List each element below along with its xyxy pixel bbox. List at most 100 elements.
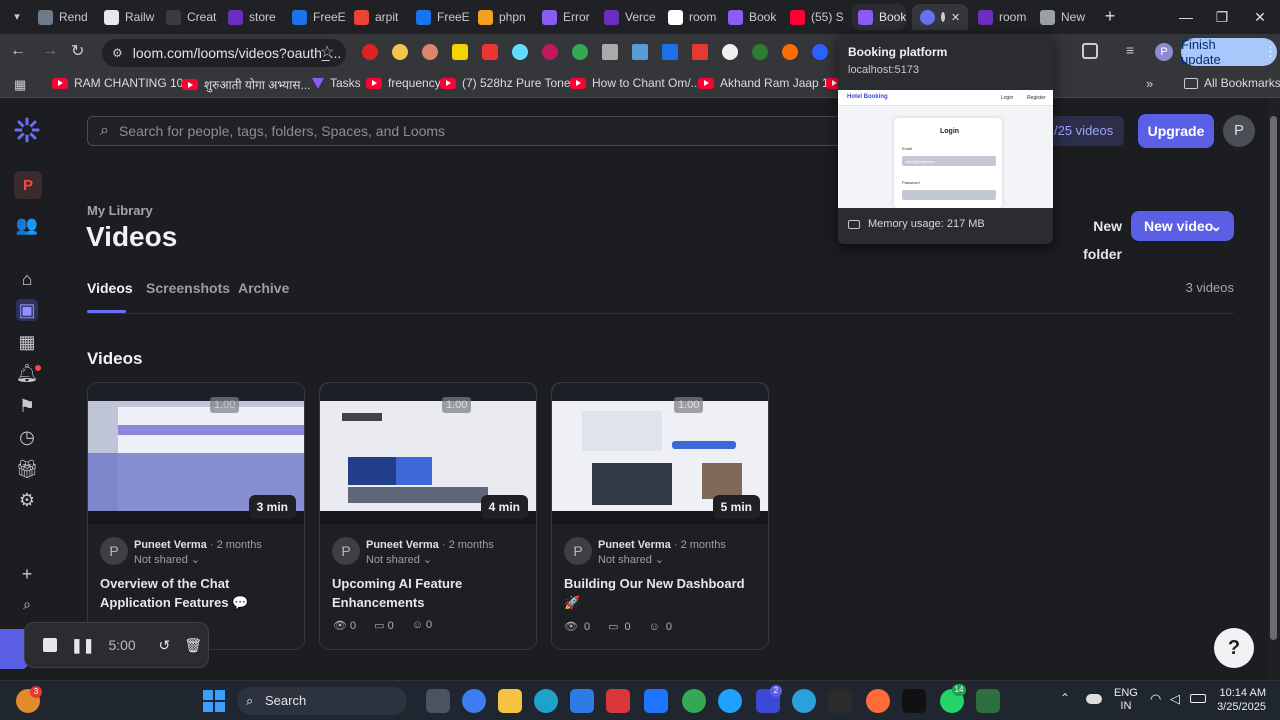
sharing-dropdown[interactable]: Not shared ⌄ bbox=[134, 553, 200, 566]
browser-tab[interactable]: New bbox=[1040, 4, 1088, 30]
store-icon[interactable] bbox=[570, 689, 594, 713]
telegram-icon[interactable] bbox=[792, 689, 816, 713]
new-tab-button[interactable]: + bbox=[1100, 5, 1120, 27]
extension-icon[interactable] bbox=[602, 44, 618, 60]
media-controls-icon[interactable]: ≡ bbox=[1126, 42, 1134, 58]
browser-tab[interactable]: Book bbox=[728, 4, 788, 30]
extension-icon[interactable] bbox=[692, 44, 708, 60]
minimize-button[interactable]: — bbox=[1175, 6, 1197, 28]
bookmark-item[interactable]: Akhand Ram Jaap 1... bbox=[698, 76, 839, 90]
all-bookmarks-folder[interactable]: All Bookmarks bbox=[1184, 76, 1280, 90]
wifi-icon[interactable]: ◠ bbox=[1150, 691, 1161, 707]
gift-icon[interactable]: 🎁︎ bbox=[16, 458, 39, 480]
browser-tab[interactable]: Book bbox=[852, 4, 906, 30]
language-indicator[interactable]: ENG IN bbox=[1114, 687, 1138, 713]
bookmark-item[interactable]: frequency bbox=[366, 76, 441, 90]
terminal-icon[interactable] bbox=[828, 689, 852, 713]
postman-icon[interactable] bbox=[866, 689, 890, 713]
file-explorer-icon[interactable] bbox=[498, 689, 522, 713]
browser-tab[interactable]: room bbox=[978, 4, 1036, 30]
extension-icon[interactable] bbox=[632, 44, 648, 60]
bookmark-item[interactable]: How to Chant Om/... bbox=[570, 76, 701, 90]
stop-icon[interactable] bbox=[43, 638, 57, 652]
dropbox-icon[interactable] bbox=[644, 689, 668, 713]
user-avatar[interactable]: P bbox=[1223, 115, 1255, 147]
console-icon[interactable] bbox=[902, 689, 926, 713]
tab-search-button[interactable]: ▾ bbox=[8, 8, 26, 26]
browser-tab[interactable]: phpn bbox=[478, 4, 538, 30]
bookmark-item[interactable]: शुरुआती योगा अभ्यास... bbox=[182, 76, 311, 93]
extension-icon[interactable] bbox=[482, 44, 498, 60]
bookmark-item[interactable]: (7) 528hz Pure Tone... bbox=[440, 76, 581, 90]
video-card[interactable]: 1.00 4 min P Puneet Verma · 2 months Not… bbox=[319, 382, 537, 650]
workspace-avatar[interactable]: P bbox=[14, 171, 42, 199]
extension-icon[interactable] bbox=[722, 44, 738, 60]
help-button[interactable]: ? bbox=[1214, 628, 1254, 668]
profile-avatar[interactable]: P bbox=[1155, 43, 1173, 61]
browser-tab[interactable]: Railw bbox=[104, 4, 164, 30]
history-clock-icon[interactable]: ◷ bbox=[16, 426, 38, 448]
page-scrollbar-thumb[interactable] bbox=[1270, 116, 1277, 640]
search-input[interactable]: ⌕ Search for people, tags, folders, Spac… bbox=[87, 116, 847, 146]
extensions-puzzle-icon[interactable] bbox=[1082, 43, 1098, 59]
add-icon[interactable]: + bbox=[16, 563, 38, 585]
loom-logo-icon[interactable] bbox=[14, 117, 40, 143]
sharing-dropdown[interactable]: Not shared ⌄ bbox=[598, 553, 664, 566]
maximize-button[interactable]: ❐ bbox=[1211, 6, 1233, 28]
volume-icon[interactable]: ◁ bbox=[1170, 691, 1180, 707]
video-card[interactable]: 1.00 5 min P Puneet Verma · 2 months Not… bbox=[551, 382, 769, 650]
sharing-dropdown[interactable]: Not shared ⌄ bbox=[366, 553, 432, 566]
library-icon[interactable]: ▣ bbox=[16, 299, 38, 321]
browser-tab[interactable]: FreeE bbox=[292, 4, 352, 30]
new-folder-button[interactable]: New folder bbox=[1054, 212, 1122, 262]
extension-icon[interactable] bbox=[752, 44, 768, 60]
apps-grid-icon[interactable]: ▦ bbox=[14, 77, 26, 93]
settings-gear-icon[interactable]: ⚙ bbox=[16, 489, 38, 511]
more-bookmarks-chevron-icon[interactable]: » bbox=[1146, 76, 1153, 91]
finish-update-button[interactable]: Finish update ⋮ bbox=[1181, 37, 1277, 67]
edge-icon[interactable] bbox=[534, 689, 558, 713]
browser-tab[interactable]: Error bbox=[542, 4, 602, 30]
close-window-button[interactable]: ✕ bbox=[1249, 6, 1271, 28]
extension-icon[interactable] bbox=[572, 44, 588, 60]
security-app-icon[interactable] bbox=[606, 689, 630, 713]
browser-tab[interactable]: arpit bbox=[354, 4, 414, 30]
video-card[interactable]: 1.00 3 min P Puneet Verma · 2 months Not… bbox=[87, 382, 305, 650]
extension-icon[interactable] bbox=[542, 44, 558, 60]
more-menu-icon[interactable]: ⋮ bbox=[1264, 44, 1277, 60]
site-info-icon[interactable]: ⚙ bbox=[112, 46, 123, 60]
breadcrumb[interactable]: My Library bbox=[87, 203, 153, 218]
battery-icon[interactable] bbox=[1190, 694, 1206, 703]
onedrive-icon[interactable] bbox=[1086, 694, 1102, 704]
tab-archive[interactable]: Archive bbox=[238, 280, 289, 296]
browser-tab[interactable]: room bbox=[668, 4, 726, 30]
address-bar[interactable]: ⚙ loom.com/looms/videos?oauth_... bbox=[102, 39, 346, 67]
chrome-icon[interactable] bbox=[682, 689, 706, 713]
browser-tab[interactable]: store bbox=[228, 4, 288, 30]
copilot-icon[interactable] bbox=[462, 689, 486, 713]
video-title[interactable]: Overview of the Chat Application Feature… bbox=[100, 574, 300, 612]
browser-tab[interactable]: Creat bbox=[166, 4, 224, 30]
pause-icon[interactable]: ❚❚ bbox=[71, 637, 94, 654]
extension-icon[interactable] bbox=[662, 44, 678, 60]
close-tab-icon[interactable]: ✕ bbox=[951, 11, 960, 24]
extension-icon[interactable] bbox=[392, 44, 408, 60]
clock[interactable]: 10:14 AM 3/25/2025 bbox=[1214, 686, 1266, 714]
people-icon[interactable]: 👥 bbox=[16, 214, 38, 236]
forward-icon[interactable]: → bbox=[42, 42, 58, 60]
tab-videos[interactable]: Videos bbox=[87, 280, 133, 296]
browser-tab[interactable]: FreeE bbox=[416, 4, 476, 30]
restart-icon[interactable]: ↺ bbox=[158, 637, 170, 654]
extension-icon[interactable] bbox=[782, 44, 798, 60]
bookmark-star-icon[interactable]: ☆ bbox=[320, 42, 334, 62]
extension-icon[interactable] bbox=[452, 44, 468, 60]
video-title[interactable]: Upcoming AI Feature Enhancements bbox=[332, 574, 532, 612]
show-hidden-icons[interactable]: ⌃ bbox=[1060, 691, 1070, 705]
extension-icon[interactable] bbox=[422, 44, 438, 60]
bookmark-item[interactable]: Tasks bbox=[312, 76, 361, 90]
tab-screenshots[interactable]: Screenshots bbox=[146, 280, 230, 296]
video-title[interactable]: Building Our New Dashboard 🚀 bbox=[564, 574, 764, 612]
new-video-button[interactable]: New video ⌄ bbox=[1131, 211, 1234, 241]
search-icon[interactable]: ⌕ bbox=[16, 593, 38, 615]
extension-icon[interactable] bbox=[812, 44, 828, 60]
